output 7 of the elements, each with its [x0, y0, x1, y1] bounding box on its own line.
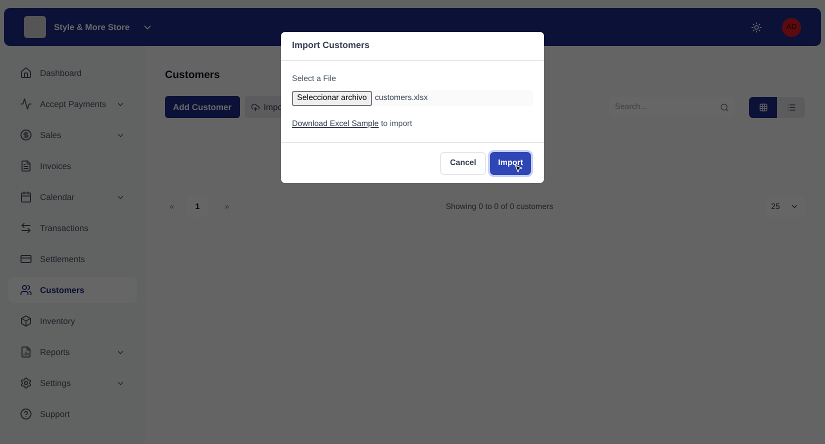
page-title: Customers — [165, 68, 220, 82]
dialog-title: Import Customers — [292, 39, 370, 52]
store-name: Style & More Store — [54, 20, 130, 34]
sample-text: Download Excel Sample to import — [292, 118, 414, 130]
file-name: customers.xlsx — [374, 92, 428, 104]
results-summary: Showing 0 to 0 of 0 customers — [446, 200, 554, 212]
field-label: Select a File — [292, 73, 338, 85]
